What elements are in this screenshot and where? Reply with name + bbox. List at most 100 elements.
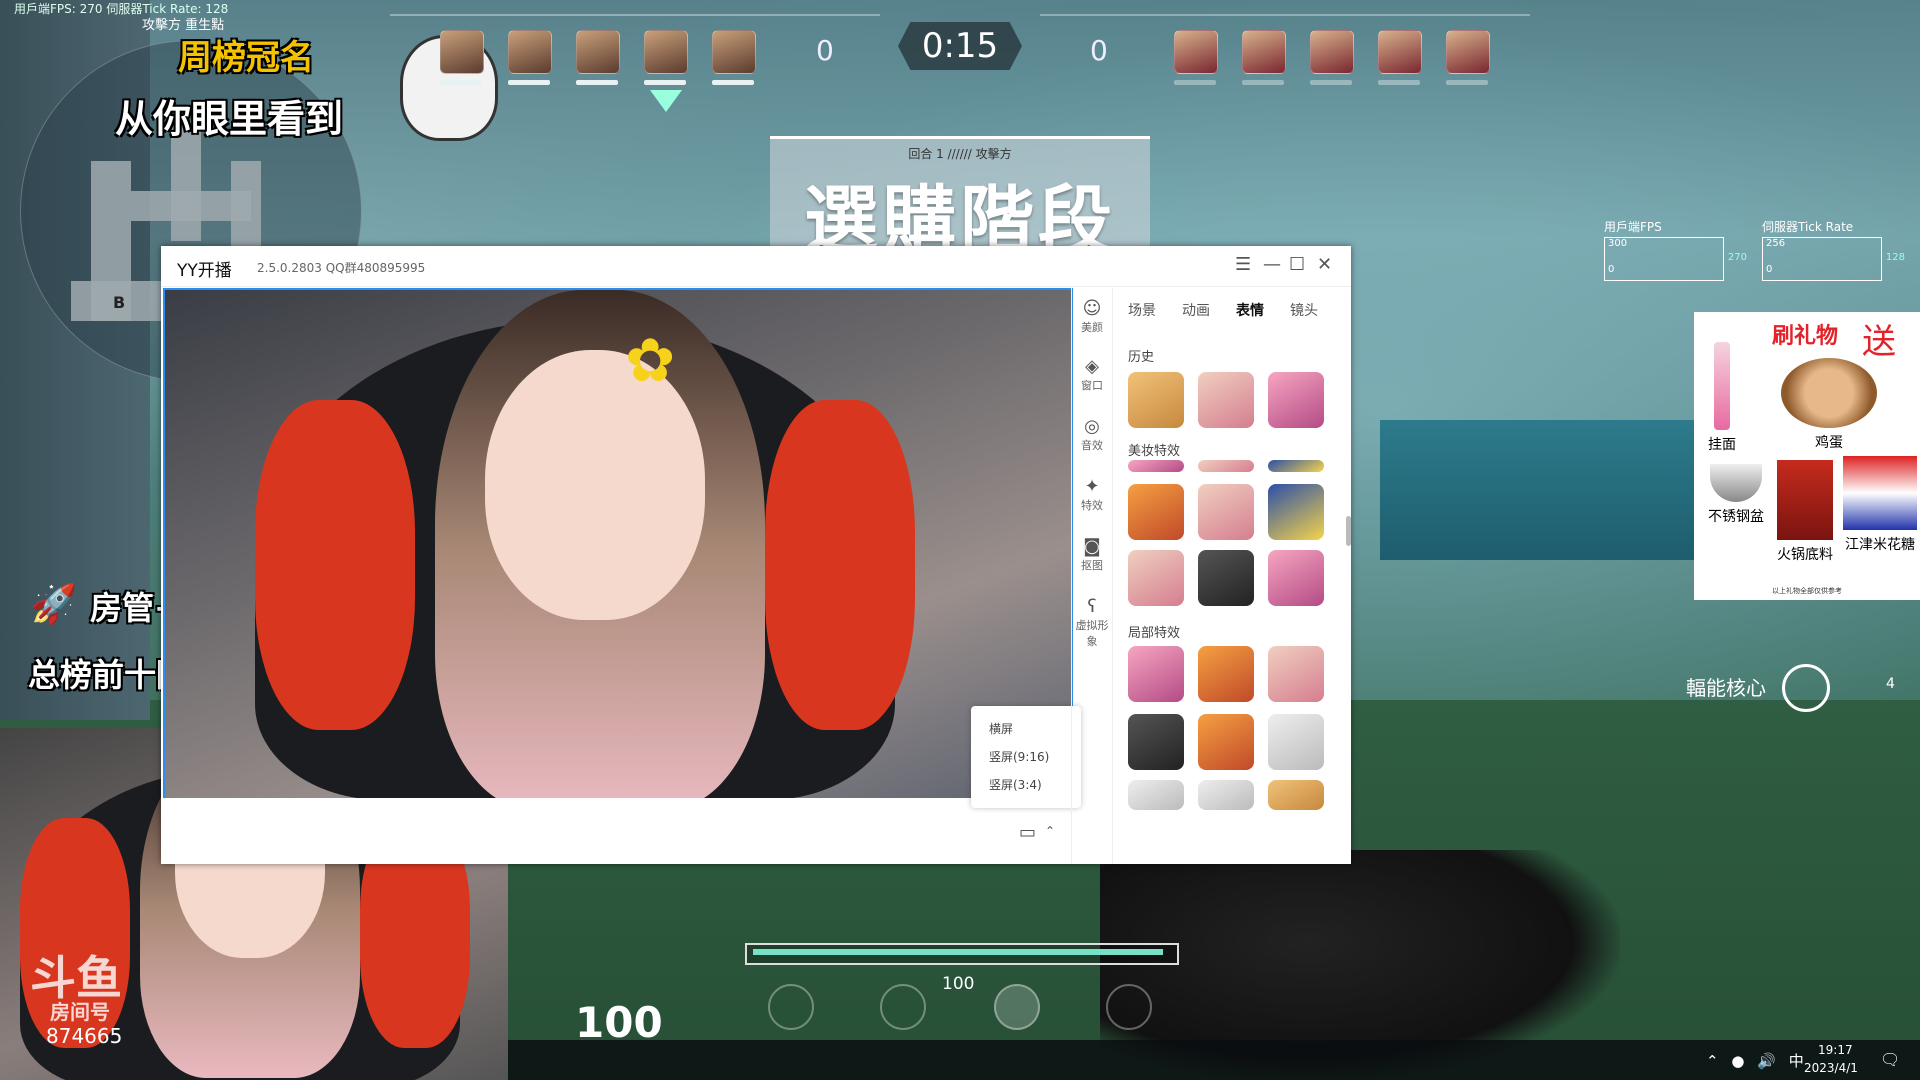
system-tray[interactable]: ⌃ ● 🔊 中 [1706, 1050, 1804, 1071]
gift-card: 刷礼物 送 挂面 鸡蛋 不锈钢盆 火锅底料 江津米花糖 以上礼物全部仅供参考 [1694, 312, 1920, 600]
yy-camera-preview[interactable]: ✿ [163, 288, 1073, 800]
round-info: 回合 1 ////// 攻擊方 [908, 147, 1012, 161]
effect-thumb[interactable] [1198, 550, 1254, 606]
gift-item-hotpot: 火锅底料 [1777, 547, 1833, 563]
ime-indicator[interactable]: 中 [1789, 1052, 1804, 1070]
yy-sidebar: ☺ 美颜 ◈ 窗口 ◎ 音效 ✦ 特效 ◙ 抠图 ʕ 虚拟形象 [1071, 288, 1113, 864]
clock-date[interactable]: 2023/4/1 [1804, 1061, 1858, 1075]
ability-q-icon [880, 984, 926, 1030]
effect-thumb[interactable] [1128, 646, 1184, 702]
yy-version: 2.5.0.2803 QQ群480895995 [257, 261, 426, 275]
effect-thumb[interactable] [1128, 550, 1184, 606]
spike-icon [650, 90, 682, 112]
yy-close-button[interactable]: ✕ [1317, 254, 1332, 275]
douyu-room-id: 874665 [46, 1024, 123, 1048]
enemy-score: 0 [1090, 34, 1108, 67]
volume-icon[interactable]: 🔊 [1757, 1052, 1776, 1070]
ally-agent-portrait [644, 30, 688, 74]
effect-thumb[interactable] [1198, 780, 1254, 810]
ally-hp-bar [644, 80, 686, 85]
enemy-agent-portrait [1378, 30, 1422, 74]
effect-thumb[interactable] [1268, 714, 1324, 770]
ally-score: 0 [816, 34, 834, 67]
sidebar-item-beauty[interactable]: ☺ 美颜 [1072, 298, 1112, 335]
effect-thumb[interactable] [1198, 714, 1254, 770]
effect-thumb[interactable] [1268, 646, 1324, 702]
effect-thumb[interactable] [1268, 550, 1324, 606]
sidebar-item-window[interactable]: ◈ 窗口 [1072, 356, 1112, 393]
clock-time[interactable]: 19:17 [1818, 1043, 1853, 1057]
effect-thumb[interactable] [1268, 780, 1324, 810]
fps-graph-bottom: 0 [1608, 264, 1615, 275]
yy-titlebar[interactable]: YY开播 2.5.0.2803 QQ群480895995 ☰ — ☐ ✕ [161, 246, 1351, 287]
sidebar-item-cutout[interactable]: ◙ 抠图 [1072, 536, 1112, 573]
effect-thumb[interactable] [1198, 646, 1254, 702]
ally-agent-portrait [440, 30, 484, 74]
shield-bar [745, 943, 1179, 965]
effect-thumb[interactable] [1128, 460, 1184, 472]
effect-thumb[interactable] [1198, 484, 1254, 540]
shield-fill [753, 949, 1163, 955]
flower-hairclip-icon: ✿ [625, 326, 676, 396]
ally-agent-portrait [576, 30, 620, 74]
camera-icon[interactable]: ▭ [1019, 822, 1036, 843]
effect-thumb[interactable] [1268, 372, 1324, 428]
ally-agent-portrait [508, 30, 552, 74]
douyu-room-label: 房间号 [50, 1000, 110, 1024]
chevron-up-icon[interactable]: ⌃ [1706, 1052, 1719, 1070]
yy-menu-button[interactable]: ☰ [1235, 254, 1251, 275]
gift-send: 送 [1862, 322, 1896, 362]
tick-graph-bottom: 0 [1766, 264, 1773, 275]
tab-scene[interactable]: 场景 [1128, 300, 1156, 320]
effect-thumb[interactable] [1268, 484, 1324, 540]
gift-item-ricecandy: 江津米花糖 [1845, 537, 1915, 553]
section-makeup: 美妆特效 [1128, 444, 1181, 459]
enemy-hp-bar [1174, 80, 1216, 85]
menu-item-landscape[interactable]: 横屏 [989, 720, 1013, 737]
yy-minimize-button[interactable]: — [1263, 254, 1281, 275]
enemy-hp-bar [1446, 80, 1488, 85]
effect-thumb[interactable] [1198, 460, 1254, 472]
effect-thumb[interactable] [1198, 372, 1254, 428]
layout-menu: 横屏 竖屏(9:16) 竖屏(3:4) [971, 706, 1081, 808]
yy-effects-panel: 场景 动画 表情 镜头 历史 美妆特效 局部特效 [1112, 288, 1351, 864]
ally-hp-bar [508, 80, 550, 85]
effect-thumb[interactable] [1128, 372, 1184, 428]
chevron-up-icon[interactable]: ⌃ [1045, 824, 1055, 838]
effect-thumb[interactable] [1268, 460, 1324, 472]
sticker-weekly-sponsor: 周榜冠名 [178, 38, 314, 78]
section-local: 局部特效 [1128, 626, 1181, 641]
tab-expression[interactable]: 表情 [1236, 300, 1264, 320]
section-history: 历史 [1128, 350, 1155, 365]
gift-title: 刷礼物 [1772, 324, 1839, 349]
menu-item-portrait-3-4[interactable]: 竖屏(3:4) [989, 776, 1042, 793]
sidebar-item-sound[interactable]: ◎ 音效 [1072, 416, 1112, 453]
bear-icon: ʕ [1087, 596, 1097, 617]
yy-panel-scrollbar[interactable] [1346, 516, 1351, 546]
gift-item-eggs: 鸡蛋 [1815, 435, 1843, 451]
sidebar-item-effects[interactable]: ✦ 特效 [1072, 476, 1112, 513]
effect-thumb[interactable] [1128, 484, 1184, 540]
fps-graph-value: 270 [1727, 252, 1747, 263]
ability-c-icon [768, 984, 814, 1030]
effect-thumb[interactable] [1128, 780, 1184, 810]
core-count: 4 [1886, 676, 1895, 692]
beauty-icon: ☺ [1082, 298, 1102, 319]
ally-hp-bar [712, 80, 754, 85]
app-tray-icon[interactable]: ● [1731, 1052, 1744, 1070]
tab-lens[interactable]: 镜头 [1290, 300, 1318, 320]
rocket-icon: 🚀 [30, 582, 78, 626]
sticker-eyes-text: 从你眼里看到 [115, 97, 344, 141]
cutout-icon: ◙ [1083, 536, 1101, 557]
menu-item-portrait-9-16[interactable]: 竖屏(9:16) [989, 748, 1049, 765]
magic-wand-icon: ✦ [1084, 476, 1100, 497]
yy-maximize-button[interactable]: ☐ [1289, 254, 1305, 275]
effect-thumb[interactable] [1128, 714, 1184, 770]
fps-graph-top: 300 [1608, 238, 1628, 249]
notification-icon[interactable]: 🗨 [1880, 1050, 1900, 1069]
layers-icon: ◈ [1085, 356, 1099, 377]
sidebar-item-avatar[interactable]: ʕ 虚拟形象 [1072, 596, 1112, 649]
yy-window: YY开播 2.5.0.2803 QQ群480895995 ☰ — ☐ ✕ ✿ 横… [161, 246, 1351, 864]
enemy-hp-bar [1378, 80, 1420, 85]
tab-animation[interactable]: 动画 [1182, 300, 1210, 320]
